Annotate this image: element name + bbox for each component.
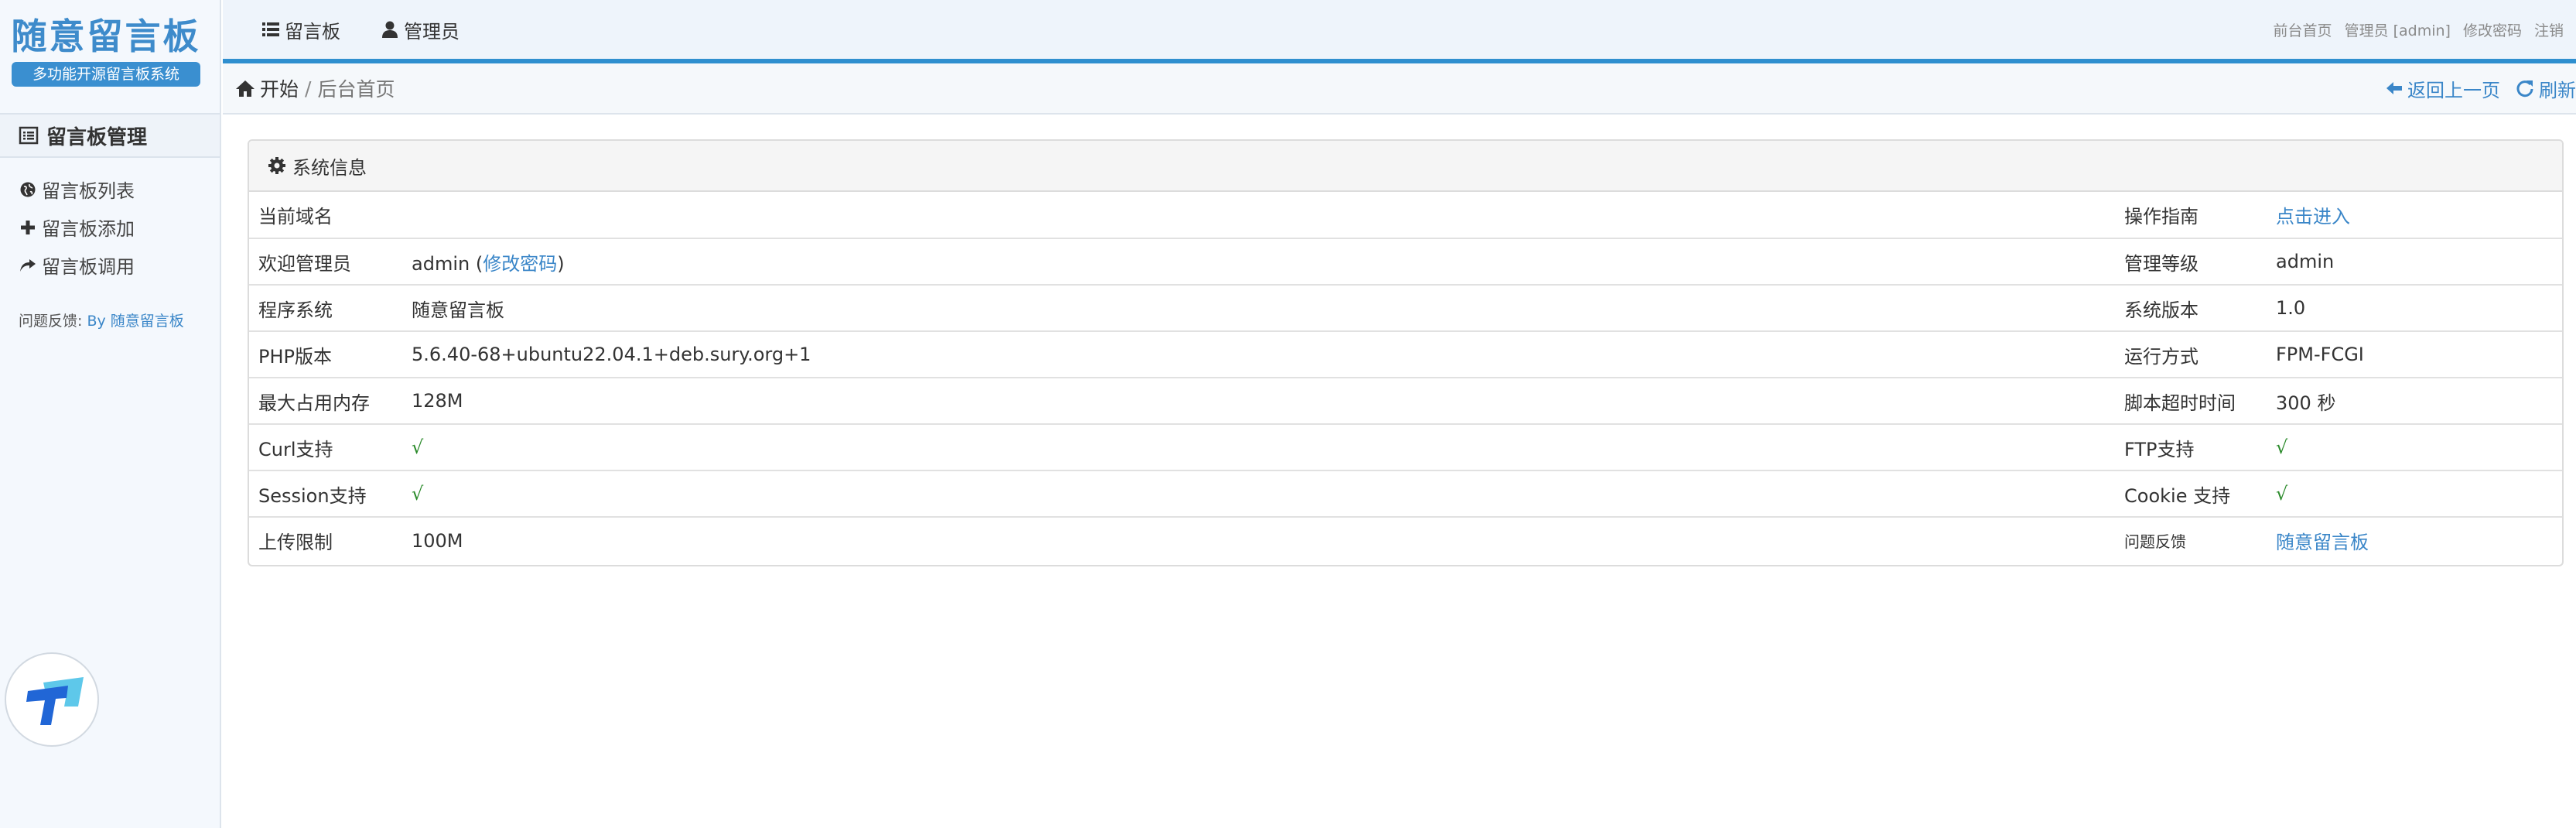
table-row: Curl支持 √ FTP支持 √ bbox=[249, 423, 2562, 470]
row-key: Session支持 bbox=[249, 470, 402, 517]
logo-title: 随意留言板 bbox=[11, 15, 201, 57]
globe-icon bbox=[19, 180, 37, 199]
list-alt-icon bbox=[19, 126, 39, 145]
row-value: 1.0 bbox=[2267, 284, 2562, 331]
feedback-link[interactable]: By 随意留言板 bbox=[87, 313, 183, 330]
check-mark: √ bbox=[402, 423, 2115, 470]
breadcrumb-bar: 开始 / 后台首页 返回上一页 刷新 bbox=[223, 63, 2576, 115]
row-key: 管理等级 bbox=[2115, 238, 2267, 285]
breadcrumb-actions: 返回上一页 刷新 bbox=[2386, 75, 2576, 102]
row-value-cell: 点击进入 bbox=[2267, 192, 2562, 238]
sidebar-section-title: 留言板管理 bbox=[46, 125, 148, 149]
user-icon bbox=[382, 21, 398, 38]
row-value: FPM-FCGI bbox=[2267, 330, 2562, 378]
row-value: 300 秒 bbox=[2267, 377, 2562, 424]
row-value: 随意留言板 bbox=[402, 284, 2115, 331]
table-row: 上传限制 100M 问题反馈 随意留言板 bbox=[249, 516, 2562, 563]
row-key: 系统版本 bbox=[2115, 284, 2267, 331]
gear-icon bbox=[268, 157, 285, 174]
check-mark: √ bbox=[2267, 470, 2562, 517]
table-row: 程序系统 随意留言板 系统版本 1.0 bbox=[249, 284, 2562, 331]
sidebar-item-message-list[interactable]: 留言板列表 bbox=[0, 170, 220, 208]
logo-subtitle: 多功能开源留言板系统 bbox=[12, 62, 200, 87]
panel-header: 系统信息 bbox=[249, 141, 2562, 192]
breadcrumb-home[interactable]: 开始 bbox=[260, 74, 299, 102]
home-icon bbox=[236, 80, 255, 97]
row-key: 脚本超时时间 bbox=[2115, 377, 2267, 424]
row-value bbox=[402, 192, 2115, 238]
logo[interactable]: 随意留言板 多功能开源留言板系统 bbox=[11, 14, 201, 87]
back-button[interactable]: 返回上一页 bbox=[2386, 75, 2500, 102]
table-row: Session支持 √ Cookie 支持 √ bbox=[249, 470, 2562, 517]
app-logo-icon bbox=[26, 677, 84, 725]
top-nav: 留言板 管理员 bbox=[261, 0, 460, 59]
refresh-icon bbox=[2516, 80, 2533, 98]
system-info-panel: 系统信息 当前域名 操作指南 点击进入 欢迎管理员 admin (修改密码) 管… bbox=[248, 139, 2564, 566]
system-info-table: 当前域名 操作指南 点击进入 欢迎管理员 admin (修改密码) 管理等级 a… bbox=[249, 192, 2562, 563]
arrow-left-icon bbox=[2386, 82, 2402, 94]
sidebar-section-header: 留言板管理 bbox=[0, 113, 220, 158]
row-value: 128M bbox=[402, 377, 2115, 424]
row-key: FTP支持 bbox=[2115, 423, 2267, 470]
sidebar-menu: 留言板列表 留言板添加 留言板调用 bbox=[0, 170, 220, 284]
row-key: 程序系统 bbox=[249, 284, 402, 331]
floating-app-logo[interactable] bbox=[5, 652, 99, 747]
row-key: 操作指南 bbox=[2124, 206, 2198, 228]
row-key: 上传限制 bbox=[249, 516, 402, 563]
sidebar-item-label: 留言板添加 bbox=[42, 218, 135, 240]
breadcrumb-current: 后台首页 bbox=[317, 78, 395, 101]
link-frontend-home[interactable]: 前台首页 bbox=[2274, 19, 2332, 40]
feedback-label: 问题反馈: bbox=[19, 313, 83, 330]
share-icon bbox=[19, 256, 37, 275]
list-icon bbox=[262, 22, 279, 36]
sidebar-item-label: 留言板调用 bbox=[42, 256, 135, 278]
table-row: 最大占用内存 128M 脚本超时时间 300 秒 bbox=[249, 377, 2562, 424]
sidebar: 随意留言板 多功能开源留言板系统 留言板管理 留言板列表 留言板添加 留言板调用… bbox=[0, 0, 221, 828]
guide-link[interactable]: 点击进入 bbox=[2276, 206, 2350, 228]
row-key: Cookie 支持 bbox=[2115, 470, 2267, 517]
row-key: Curl支持 bbox=[249, 423, 402, 470]
paren-close: ) bbox=[557, 252, 565, 275]
sidebar-item-message-embed[interactable]: 留言板调用 bbox=[0, 246, 220, 284]
topnav-item-label: 管理员 bbox=[404, 20, 460, 43]
breadcrumb-separator: / bbox=[305, 77, 312, 100]
row-key: PHP版本 bbox=[249, 330, 402, 378]
paren-open: ( bbox=[475, 252, 483, 275]
table-row: PHP版本 5.6.40-68+ubuntu22.04.1+deb.sury.o… bbox=[249, 330, 2562, 378]
topnav-item-admin[interactable]: 管理员 bbox=[381, 16, 460, 43]
sidebar-feedback: 问题反馈: By 随意留言板 bbox=[19, 310, 184, 330]
row-value: admin bbox=[2267, 238, 2562, 285]
row-value: 5.6.40-68+ubuntu22.04.1+deb.sury.org+1 bbox=[402, 330, 2115, 378]
link-admin-user[interactable]: 管理员 [admin] bbox=[2345, 19, 2451, 40]
top-links: 前台首页 管理员 [admin] 修改密码 注销 bbox=[2274, 0, 2564, 59]
row-key: 最大占用内存 bbox=[249, 377, 402, 424]
topbar: 留言板 管理员 前台首页 管理员 [admin] 修改密码 注销 bbox=[223, 0, 2576, 63]
plus-icon bbox=[19, 218, 37, 237]
feedback-link[interactable]: 随意留言板 bbox=[2276, 532, 2369, 553]
panel-title: 系统信息 bbox=[292, 156, 367, 179]
topnav-item-messageboard[interactable]: 留言板 bbox=[261, 16, 340, 43]
link-change-password[interactable]: 修改密码 bbox=[2463, 19, 2522, 40]
change-password-link[interactable]: 修改密码 bbox=[483, 253, 557, 275]
refresh-label: 刷新 bbox=[2539, 79, 2576, 101]
admin-name: admin bbox=[412, 252, 470, 275]
refresh-button[interactable]: 刷新 bbox=[2516, 75, 2576, 102]
check-mark: √ bbox=[2267, 423, 2562, 470]
table-row: 欢迎管理员 admin (修改密码) 管理等级 admin bbox=[249, 238, 2562, 285]
row-value: 100M bbox=[402, 516, 2115, 563]
row-key: 当前域名 bbox=[258, 206, 333, 228]
breadcrumb: 开始 / 后台首页 bbox=[235, 74, 395, 102]
row-value-cell: 随意留言板 bbox=[2267, 516, 2562, 563]
row-key: 欢迎管理员 bbox=[249, 238, 402, 285]
row-key: 运行方式 bbox=[2115, 330, 2267, 378]
check-mark: √ bbox=[402, 470, 2115, 517]
row-key: 问题反馈 bbox=[2115, 516, 2267, 563]
table-row: 当前域名 操作指南 点击进入 bbox=[249, 192, 2562, 238]
link-logout[interactable]: 注销 bbox=[2534, 19, 2564, 40]
row-value-cell: admin (修改密码) bbox=[402, 238, 2115, 285]
topnav-item-label: 留言板 bbox=[285, 20, 340, 43]
sidebar-item-label: 留言板列表 bbox=[42, 180, 135, 202]
sidebar-item-message-add[interactable]: 留言板添加 bbox=[0, 208, 220, 246]
back-label: 返回上一页 bbox=[2407, 79, 2500, 101]
